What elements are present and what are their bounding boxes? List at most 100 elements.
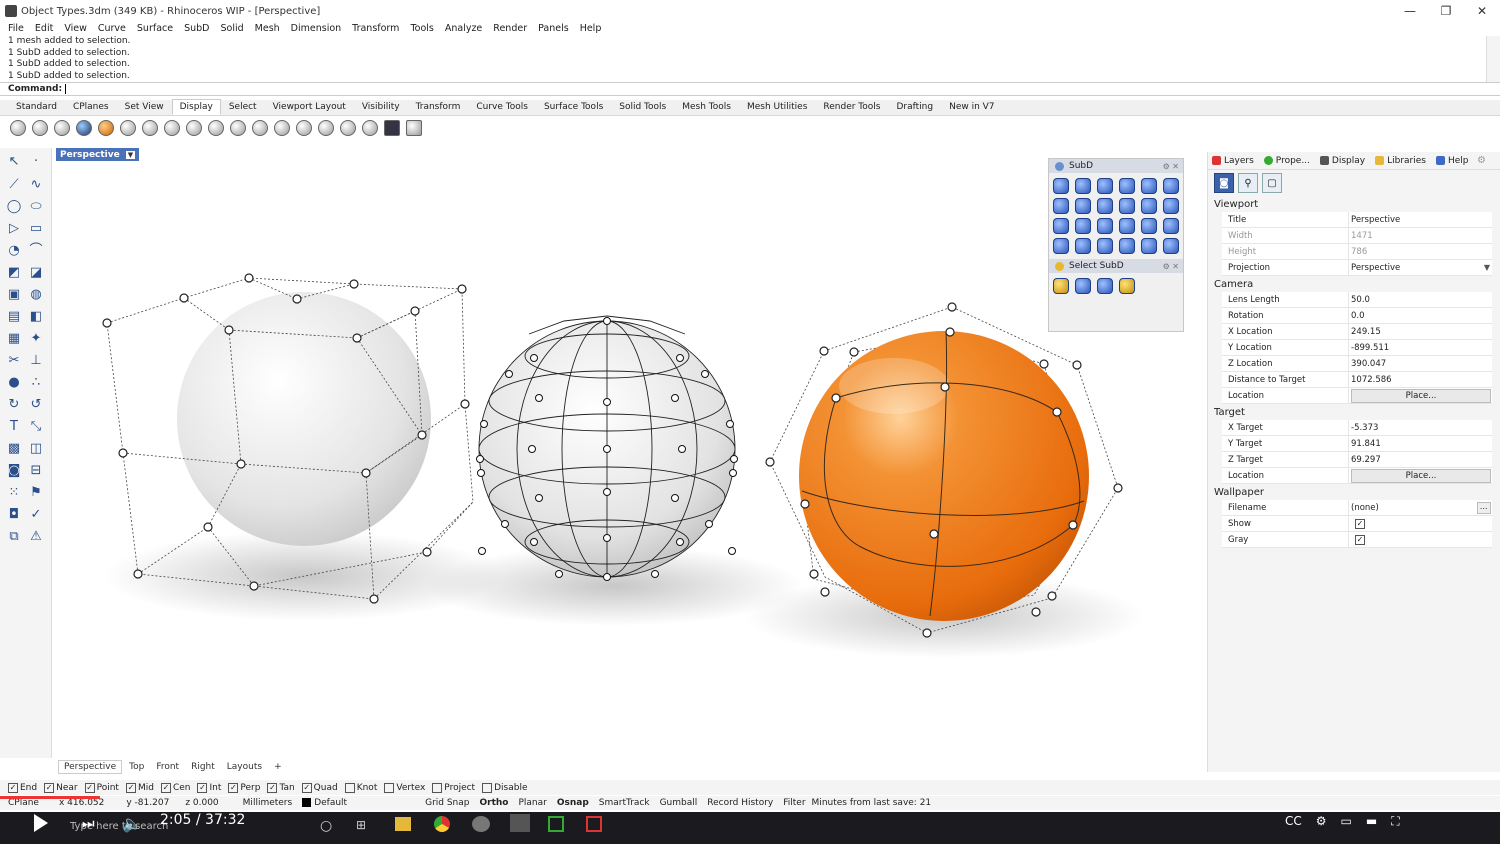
environment-map-icon[interactable] [252, 120, 268, 136]
osnap-toggle[interactable]: Osnap [557, 798, 589, 808]
flag-icon[interactable]: ⚑ [28, 485, 44, 501]
menu-surface[interactable]: Surface [137, 23, 173, 34]
select-vertices-icon[interactable] [1053, 278, 1069, 294]
trim-icon[interactable]: ✂ [6, 353, 22, 369]
record-history-toggle[interactable]: Record History [707, 798, 773, 808]
z-target-field[interactable]: 69.297 [1348, 451, 1492, 468]
filter-toggle[interactable]: Filter [783, 798, 805, 808]
osnap-quad[interactable]: ✓ Quad [301, 782, 338, 793]
delete-display-icon[interactable] [362, 120, 378, 136]
y-target-field[interactable]: 91.841 [1348, 435, 1492, 452]
osnap-cen[interactable]: ✓ Cen [160, 782, 190, 793]
tab-mesh-utilities[interactable]: Mesh Utilities [739, 99, 815, 115]
rhino-taskbar-icon[interactable] [472, 816, 490, 832]
planar-toggle[interactable]: Planar [518, 798, 546, 808]
light-icon[interactable] [340, 120, 356, 136]
tab-standard[interactable]: Standard [8, 99, 65, 115]
tab-top[interactable]: Top [124, 761, 149, 773]
camera-icon[interactable]: ◙ [1214, 173, 1234, 193]
tab-front[interactable]: Front [151, 761, 184, 773]
zebra-icon[interactable] [230, 120, 246, 136]
shaded-mode-icon[interactable] [32, 120, 48, 136]
subd-cylinder-icon[interactable] [1141, 178, 1157, 194]
grid-array-icon[interactable]: ⁙ [6, 485, 22, 501]
select-arrow-icon[interactable]: ↖ [6, 154, 22, 170]
checkbox[interactable]: ✓ [125, 782, 136, 793]
menu-transform[interactable]: Transform [352, 23, 399, 34]
polygon-icon[interactable]: ▷ [6, 221, 22, 237]
monitor-icon[interactable] [384, 120, 400, 136]
polyline-icon[interactable]: ⟋ [6, 177, 22, 193]
filename-field[interactable]: (none)... [1348, 499, 1492, 516]
green-app-icon[interactable] [548, 816, 564, 832]
miniplayer-icon[interactable]: ▭ [1341, 814, 1352, 829]
file-explorer-icon[interactable] [395, 817, 411, 831]
osnap-point[interactable]: ✓ Point [84, 782, 119, 793]
rotation-field[interactable]: 0.0 [1348, 307, 1492, 324]
sweep-icon[interactable]: ◧ [28, 309, 44, 325]
fillet-icon[interactable]: ⌒ [28, 243, 44, 259]
subd-crease-icon[interactable] [1163, 198, 1179, 214]
fullscreen-icon[interactable]: ⛶ [1391, 814, 1399, 829]
settings-icon[interactable]: ⚙ [1316, 814, 1327, 829]
menu-render[interactable]: Render [493, 23, 527, 34]
menu-file[interactable]: File [8, 23, 24, 34]
tab-solid-tools[interactable]: Solid Tools [611, 99, 674, 115]
tab-perspective[interactable]: Perspective [58, 760, 123, 774]
select-subd-header[interactable]: Select SubD ⚙ ✕ [1049, 259, 1183, 273]
x-location-field[interactable]: 249.15 [1348, 323, 1492, 340]
osnap-knot[interactable]: Knot [344, 782, 377, 793]
boolean-icon[interactable]: ◍ [28, 287, 44, 303]
xray-mode-icon[interactable] [98, 120, 114, 136]
group-icon[interactable]: ● [6, 375, 22, 391]
check-icon[interactable]: ✓ [28, 507, 44, 523]
tab-visibility[interactable]: Visibility [354, 99, 408, 115]
projection-select[interactable]: Perspective ▼ [1348, 259, 1492, 276]
units-label[interactable]: Millimeters [243, 798, 293, 808]
surface-icon[interactable]: ◩ [6, 265, 22, 281]
subd-stitch-icon[interactable] [1075, 238, 1091, 254]
checkbox[interactable]: ✓ [267, 782, 278, 793]
light-tool-icon[interactable]: ✦ [28, 331, 44, 347]
cc-icon[interactable]: CC [1285, 814, 1302, 829]
next-icon[interactable]: ⏭ [82, 816, 95, 832]
theater-icon[interactable]: ▬ [1366, 814, 1377, 829]
subd-cone-icon[interactable] [1097, 178, 1113, 194]
ungroup-icon[interactable]: ∴ [28, 375, 44, 391]
viewport-title-tab[interactable]: Perspective ▼ [56, 148, 140, 161]
menu-solid[interactable]: Solid [221, 23, 244, 34]
tab-properties[interactable]: Prope... [1263, 156, 1310, 166]
select-edges-icon[interactable] [1075, 278, 1091, 294]
tab-help[interactable]: Help [1435, 156, 1469, 166]
browse-button[interactable]: ... [1477, 501, 1491, 514]
play-icon[interactable] [34, 814, 48, 832]
link-icon[interactable]: ⚲ [1238, 173, 1258, 193]
red-app-icon[interactable] [586, 816, 602, 832]
checkbox[interactable] [384, 782, 395, 793]
tab-layers[interactable]: Layers [1212, 156, 1254, 166]
dimension-icon[interactable]: ⤡ [28, 419, 44, 435]
arc-icon[interactable]: ◔ [6, 243, 22, 259]
lens-length-field[interactable]: 50.0 [1348, 291, 1492, 308]
draft-angle-icon[interactable] [274, 120, 290, 136]
chevron-down-icon[interactable]: ▼ [125, 150, 136, 159]
tab-set-view[interactable]: Set View [117, 99, 172, 115]
history-scrollbar[interactable] [1486, 36, 1500, 82]
add-tab-button[interactable]: + [269, 761, 287, 773]
task-view-icon[interactable]: ⊞ [356, 818, 366, 832]
checkbox[interactable] [482, 782, 493, 793]
place-camera-button[interactable]: Place... [1351, 388, 1491, 403]
checkbox[interactable] [344, 782, 355, 793]
tab-display[interactable]: Display [171, 99, 221, 115]
checkbox[interactable]: ✓ [84, 782, 95, 793]
subd-loop-icon[interactable] [1097, 238, 1113, 254]
checkbox[interactable]: ✓ [8, 782, 18, 793]
subd-slide-icon[interactable] [1141, 238, 1157, 254]
ellipse-icon[interactable]: ⬭ [28, 199, 44, 215]
menu-edit[interactable]: Edit [35, 23, 53, 34]
subd-globe-icon[interactable] [1097, 198, 1113, 214]
subd-drop-icon[interactable] [1119, 178, 1135, 194]
subd-weld-icon[interactable] [1141, 218, 1157, 234]
curvature-icon[interactable] [208, 120, 224, 136]
tab-curve-tools[interactable]: Curve Tools [468, 99, 536, 115]
